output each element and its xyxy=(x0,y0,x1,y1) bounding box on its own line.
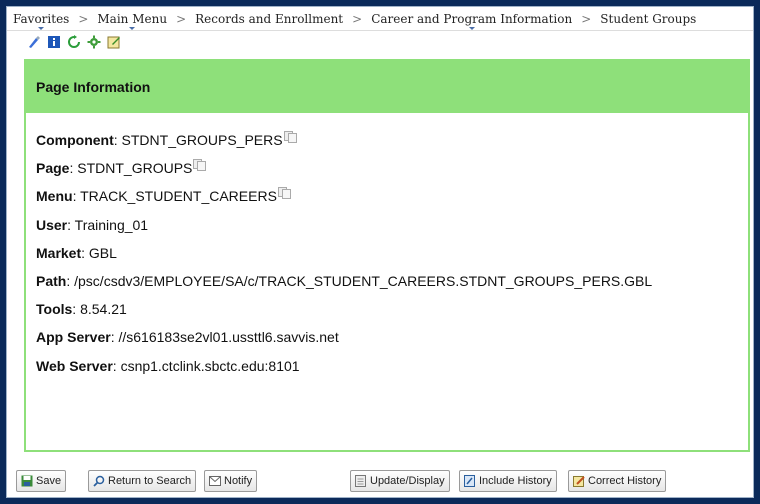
info-value: /psc/csdv3/EMPLOYEE/SA/c/TRACK_STUDENT_C… xyxy=(74,272,653,289)
info-separator: : xyxy=(112,357,121,374)
breadcrumb-student-groups: Student Groups xyxy=(600,12,697,26)
correct-history-button[interactable]: Correct History xyxy=(568,470,667,492)
breadcrumb-separator: > xyxy=(352,12,363,26)
info-key: Component xyxy=(36,132,114,148)
return-to-search-button[interactable]: Return to Search xyxy=(88,470,197,492)
save-button[interactable]: Save xyxy=(16,470,67,492)
correct-history-icon xyxy=(573,476,585,487)
info-list: Component: STDNT_GROUPS_PERS Page: STDNT_… xyxy=(26,113,748,385)
copy-to-clipboard-icon[interactable] xyxy=(277,187,291,200)
save-label: Save xyxy=(36,475,62,487)
copy-to-clipboard-icon[interactable] xyxy=(193,159,207,172)
update-display-button[interactable]: Update/Display xyxy=(350,470,450,492)
info-row: Menu: TRACK_STUDENT_CAREERS xyxy=(36,187,748,215)
personalize-gear-icon[interactable] xyxy=(87,35,101,49)
info-value: GBL xyxy=(88,244,117,261)
breadcrumb-favorites[interactable]: Favorites xyxy=(13,12,69,30)
breadcrumb-separator: > xyxy=(176,12,187,26)
breadcrumb-separator: > xyxy=(581,12,592,26)
info-separator: : xyxy=(66,272,75,289)
info-key: App Server xyxy=(36,329,111,346)
info-separator: : xyxy=(67,216,75,233)
info-value: //s616183se2vl01.ussttl6.savvis.net xyxy=(118,329,339,346)
info-key: Path xyxy=(36,272,67,289)
return-to-search-label: Return to Search xyxy=(108,475,192,487)
correct-history-label: Correct History xyxy=(588,475,662,487)
breadcrumb-records-and-enrollment[interactable]: Records and Enrollment xyxy=(195,12,343,26)
app-window: Favorites > Main Menu > Records and Enro… xyxy=(6,6,754,498)
save-icon xyxy=(21,475,33,487)
info-key: Web Server xyxy=(36,357,113,374)
info-row: User: Training_01 xyxy=(36,216,748,244)
info-row: App Server: //s616183se2vl01.ussttl6.sav… xyxy=(36,328,748,356)
notify-label: Notify xyxy=(224,475,253,487)
breadcrumb-career-and-program-information[interactable]: Career and Program Information xyxy=(371,12,572,30)
panel-title: Page Information xyxy=(26,61,748,113)
breadcrumb-main-menu[interactable]: Main Menu xyxy=(97,12,167,30)
info-key: Tools xyxy=(36,301,73,318)
breadcrumb-separator: > xyxy=(78,12,89,26)
info-key: Market xyxy=(36,244,82,261)
breadcrumb: Favorites > Main Menu > Records and Enro… xyxy=(7,7,753,31)
page-notes-icon[interactable] xyxy=(107,35,121,49)
info-key: Page xyxy=(36,160,70,177)
update-display-icon xyxy=(355,475,366,487)
info-separator: : xyxy=(113,132,122,148)
include-history-button[interactable]: Include History xyxy=(459,470,557,492)
help-icon[interactable] xyxy=(47,35,61,49)
notify-button[interactable]: Notify xyxy=(204,470,258,492)
info-key: User xyxy=(36,216,68,233)
button-bar: Save Return to Search Notify Update/Disp… xyxy=(7,470,753,494)
toolbar xyxy=(7,31,753,53)
update-display-label: Update/Display xyxy=(370,475,445,487)
info-separator: : xyxy=(72,301,81,318)
copy-to-clipboard-icon[interactable] xyxy=(283,131,297,143)
refresh-icon[interactable] xyxy=(67,35,81,49)
info-value: csnp1.ctclink.sbctc.edu:8101 xyxy=(120,357,300,374)
info-row: Tools: 8.54.21 xyxy=(36,300,748,328)
info-row: Component: STDNT_GROUPS_PERS xyxy=(36,131,748,159)
info-separator: : xyxy=(81,244,89,261)
info-separator: : xyxy=(72,188,81,205)
include-history-label: Include History xyxy=(479,475,552,487)
page-information-panel: Page Information Component: STDNT_GROUPS… xyxy=(24,59,750,452)
info-value: TRACK_STUDENT_CAREERS xyxy=(80,188,277,205)
info-value: Training_01 xyxy=(74,216,149,233)
notify-icon xyxy=(209,476,221,486)
search-icon xyxy=(93,475,105,487)
new-window-icon[interactable] xyxy=(27,35,41,49)
include-history-icon xyxy=(464,475,475,487)
info-key: Menu xyxy=(36,188,73,205)
info-value: STDNT_GROUPS xyxy=(77,160,193,177)
info-row: Web Server: csnp1.ctclink.sbctc.edu:8101 xyxy=(36,357,748,385)
info-value: 8.54.21 xyxy=(80,301,127,318)
info-value: STDNT_GROUPS_PERS xyxy=(121,132,283,148)
info-row: Page: STDNT_GROUPS xyxy=(36,159,748,187)
info-row: Market: GBL xyxy=(36,244,748,272)
info-row: Path: /psc/csdv3/EMPLOYEE/SA/c/TRACK_STU… xyxy=(36,272,748,300)
